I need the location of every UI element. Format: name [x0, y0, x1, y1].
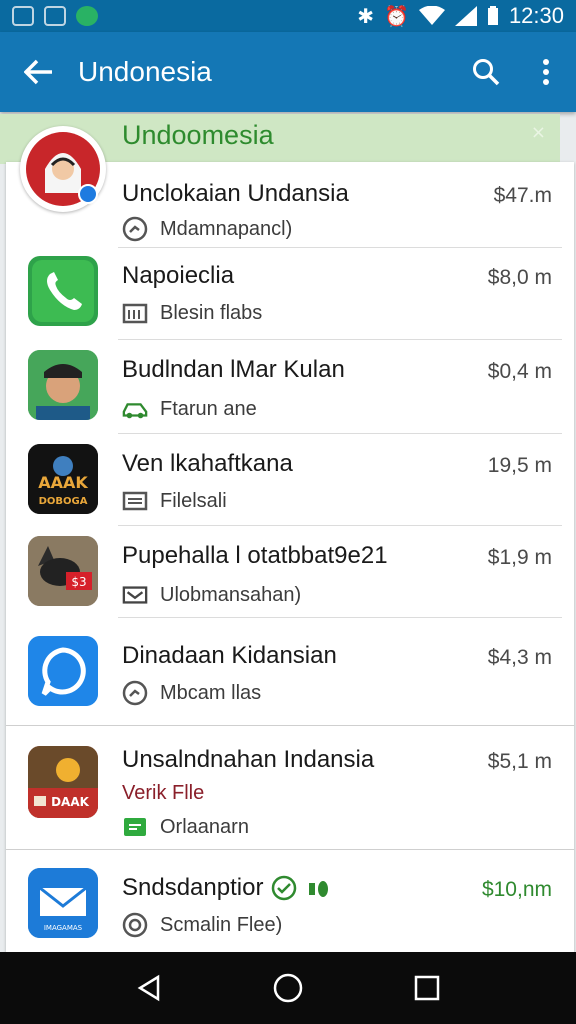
list-icon [122, 488, 148, 514]
item-subtitle: Mdamnapancl) [160, 217, 293, 240]
svg-text:$3: $3 [71, 575, 86, 589]
nav-home-button[interactable] [258, 958, 318, 1018]
app-icon-mail: IMAGAMAS [28, 868, 98, 938]
more-vert-icon [543, 59, 549, 85]
app-icon-phone [28, 256, 98, 326]
app-icon-portrait [28, 350, 98, 420]
item-subtitle: Ulobmansahan) [160, 583, 302, 606]
item-price: $10,nm [481, 878, 552, 901]
avatar[interactable] [20, 126, 106, 212]
notification-icon [12, 6, 34, 26]
back-arrow-icon [24, 59, 52, 85]
item-list: Unclokaian Undansia $47.m Mdamnapancl) N… [6, 162, 574, 952]
list-item[interactable]: $3 Pupehalla l otatbbat9e21 $1,9 m Ulobm… [6, 526, 574, 618]
nav-recents-icon [414, 975, 439, 1001]
list-item[interactable]: Napoieclia $8,0 m Blesin flabs [6, 248, 574, 340]
list-item[interactable]: Budlndan lMar Kulan $0,4 m Ftarun ane [6, 340, 574, 434]
item-tag: Verik Flle [122, 782, 205, 804]
item-price: $1,9 m [487, 546, 552, 569]
wifi-icon [418, 6, 445, 25]
system-nav-bar [0, 952, 576, 1024]
app-icon-game-banner: DAAK [28, 746, 98, 818]
bluetooth-icon: ✱ [357, 4, 375, 28]
item-subtitle: Scmalin Flee) [160, 913, 283, 936]
item-subtitle: Orlaanarn [160, 815, 249, 838]
banner-title: Undoomesia [122, 120, 274, 150]
battery-icon [487, 6, 498, 25]
mail-icon [122, 582, 148, 608]
list-item[interactable]: IMAGAMAS Sndsdanptior $10,nm Scmalin Fle… [6, 850, 574, 952]
overflow-menu-button[interactable] [516, 32, 576, 112]
item-price: $8,0 m [487, 266, 552, 289]
app-icon-game-logo: AAAK DOBOGA [28, 444, 98, 514]
item-name: Sndsdanptior [122, 874, 264, 901]
item-price: $4,3 m [487, 646, 552, 669]
item-subtitle: Filelsali [160, 489, 227, 512]
nav-home-icon [273, 973, 303, 1003]
calendar-icon [122, 300, 148, 326]
item-subtitle: Mbcam llas [160, 681, 262, 704]
svg-text:DOBOGA: DOBOGA [39, 496, 88, 507]
item-subtitle: Ftarun ane [160, 397, 257, 420]
item-name: Dinadaan Kidansian [122, 642, 337, 669]
search-button[interactable] [456, 32, 516, 112]
car-icon [122, 396, 148, 422]
svg-text:AAAK: AAAK [38, 473, 88, 492]
item-name: Unclokaian Undansia [122, 180, 349, 207]
page-title: Undonesia [78, 56, 212, 87]
banner-close-icon[interactable]: × [531, 122, 546, 143]
verified-check-icon [272, 875, 297, 901]
list-item[interactable]: DAAK Unsalndnahan Indansia $5,1 m Verik … [6, 726, 574, 850]
app-bar: Undonesia [0, 32, 576, 112]
search-icon [473, 59, 500, 86]
list-item[interactable]: Dinadaan Kidansian $4,3 m Mbcam llas [6, 618, 574, 726]
back-button[interactable] [0, 32, 78, 112]
item-name: Napoieclia [122, 262, 235, 289]
item-name: Budlndan lMar Kulan [122, 356, 345, 383]
item-price: $5,1 m [487, 750, 552, 773]
status-bar: ✱ ⏰ 12:30 [0, 0, 576, 32]
item-name: Pupehalla l otatbbat9e21 [122, 542, 388, 569]
nav-recents-button[interactable] [397, 958, 457, 1018]
leaf-icon [309, 881, 329, 897]
gallery-notification-icon [44, 6, 66, 26]
svg-text:IMAGAMAS: IMAGAMAS [44, 924, 83, 932]
nav-back-icon [137, 974, 160, 1002]
item-name: Unsalndnahan Indansia [122, 746, 375, 773]
alarm-icon: ⏰ [384, 4, 409, 28]
list-item[interactable]: AAAK DOBOGA Ven lkahaftkana 19,5 m Filels… [6, 434, 574, 526]
app-notification-icon [76, 6, 98, 26]
svg-text:DAAK: DAAK [51, 795, 90, 809]
gauge-icon [122, 680, 148, 706]
clock: 12:30 [508, 3, 564, 28]
gauge-icon [122, 216, 148, 242]
nav-back-button[interactable] [119, 958, 179, 1018]
item-price: $47.m [493, 184, 552, 207]
item-price: $0,4 m [487, 360, 552, 383]
app-icon-circle [28, 636, 98, 706]
target-icon [122, 912, 148, 938]
item-price: 19,5 m [487, 454, 552, 477]
app-icon-cat: $3 [28, 536, 98, 606]
item-name: Ven lkahaftkana [122, 450, 293, 477]
verified-badge-icon [78, 184, 98, 204]
signal-icon [454, 6, 477, 26]
item-subtitle: Blesin flabs [160, 301, 263, 324]
list-green-icon [122, 814, 148, 840]
